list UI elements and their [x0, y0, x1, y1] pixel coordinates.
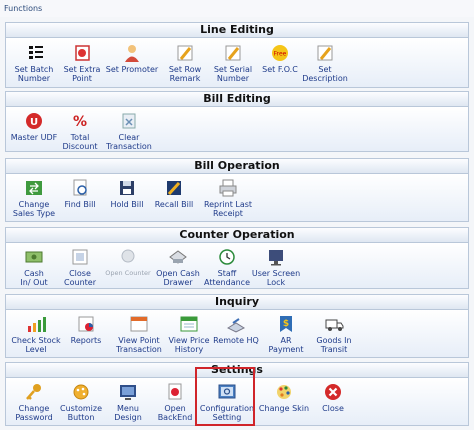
button-label: Remote HQ	[213, 336, 259, 345]
printer-icon	[219, 179, 237, 197]
section-title: Counter Operation	[5, 227, 469, 243]
section-title: Bill Editing	[5, 91, 469, 107]
button-label: Clear Transaction	[106, 133, 152, 151]
button-label: Close	[322, 404, 344, 413]
button-label: Goods In Transit	[316, 336, 352, 354]
percent-icon: %	[73, 114, 87, 130]
button-label: Set Extra Point	[63, 65, 101, 83]
change-sales-type-icon	[26, 181, 42, 195]
menu-design-icon	[120, 385, 136, 400]
foc-icon: Free	[272, 45, 288, 61]
change-skin-button[interactable]: Change Skin	[256, 382, 312, 413]
close-button[interactable]: Close	[305, 382, 361, 413]
hold-bill-icon	[120, 181, 134, 195]
highlight-box	[195, 367, 255, 426]
button-label: Reprint Last Receipt	[203, 200, 253, 218]
clear-transaction-button[interactable]: Clear Transaction	[101, 111, 157, 151]
open-counter-icon	[121, 249, 135, 263]
button-label: Set Description	[302, 65, 348, 83]
remote-hq-button[interactable]: Remote HQ	[208, 314, 264, 345]
description-icon	[317, 45, 333, 61]
total-discount-button[interactable]: % Total Discount	[52, 111, 108, 151]
customize-button-icon	[73, 384, 89, 400]
goods-in-transit-button[interactable]: Goods In Transit	[306, 314, 362, 354]
user-screen-lock-button[interactable]: User Screen Lock	[246, 247, 306, 287]
backend-icon	[168, 383, 182, 400]
close-icon	[325, 384, 341, 400]
section-bill-editing: Bill Editing U Master UDF % Total Discoun…	[5, 91, 469, 152]
set-description-button[interactable]: Set Description	[297, 43, 353, 83]
reports-icon	[78, 316, 94, 332]
section-bill-operation: Bill Operation Change Sales Type Find Bil…	[5, 158, 469, 222]
cash-drawer-icon	[169, 250, 187, 264]
extra-point-icon	[75, 45, 90, 61]
serial-number-icon	[225, 45, 241, 61]
button-label: Set Promoter	[105, 65, 159, 74]
screen-lock-icon	[269, 250, 283, 266]
window-title: Functions	[0, 0, 474, 17]
attendance-icon	[219, 249, 235, 265]
set-promoter-button[interactable]: Set Promoter	[104, 43, 160, 74]
reports-button[interactable]: Reports	[58, 314, 114, 345]
row-remark-icon	[177, 45, 193, 61]
button-label: Recall Bill	[154, 200, 194, 209]
svg-text:Free: Free	[274, 51, 287, 58]
clear-icon	[122, 113, 136, 129]
recall-bill-icon	[167, 181, 181, 196]
button-label: Check Stock Level	[11, 336, 61, 354]
change-skin-icon	[277, 385, 291, 399]
list-icon	[29, 46, 43, 59]
find-bill-icon	[73, 179, 87, 196]
set-extra-point-button[interactable]: Set Extra Point	[54, 43, 110, 83]
button-label: Total Discount	[62, 133, 98, 151]
section-line-editing: Line Editing Set Batch Number Set Extra Po…	[5, 22, 469, 88]
cash-icon	[25, 251, 43, 263]
password-key-icon	[26, 384, 41, 400]
section-title: Inquiry	[5, 294, 469, 310]
button-label: Reports	[70, 336, 102, 345]
svg-text:U: U	[30, 117, 38, 128]
section-counter-operation: Counter Operation Cash In/ Out Close Count…	[5, 227, 469, 289]
section-title: Line Editing	[5, 22, 469, 38]
goods-transit-icon	[325, 319, 344, 331]
check-stock-level-button[interactable]: Check Stock Level	[8, 314, 64, 354]
close-counter-icon	[72, 249, 88, 265]
svg-text:$: $	[283, 319, 289, 329]
button-label: User Screen Lock	[251, 269, 301, 287]
price-history-icon	[180, 316, 198, 332]
remote-hq-icon	[226, 318, 246, 333]
point-transaction-icon	[130, 316, 148, 332]
promoter-icon	[125, 45, 139, 62]
svg-text:%: %	[73, 114, 87, 130]
ar-payment-icon: $	[280, 316, 292, 332]
udf-icon: U	[26, 113, 42, 129]
stock-level-icon	[28, 317, 46, 332]
section-inquiry: Inquiry Check Stock Level Reports View Po…	[5, 294, 469, 358]
section-title: Bill Operation	[5, 158, 469, 174]
button-label: Change Skin	[258, 404, 310, 413]
recall-bill-button[interactable]: Recall Bill	[146, 178, 202, 209]
reprint-last-receipt-button[interactable]: Reprint Last Receipt	[197, 178, 259, 218]
